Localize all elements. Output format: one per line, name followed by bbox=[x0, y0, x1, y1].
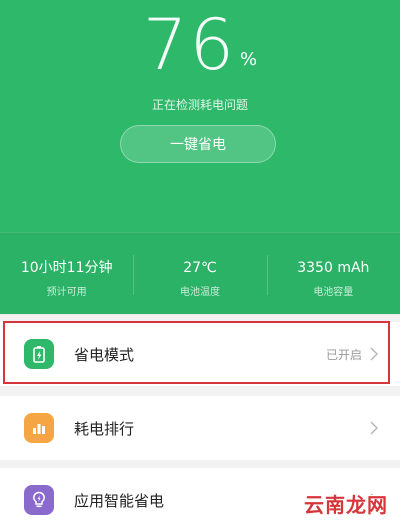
one-tap-save-button[interactable]: 一键省电 bbox=[120, 125, 276, 163]
scan-status-text: 正在检测耗电问题 bbox=[151, 98, 248, 112]
battery-stats: 10小时11分钟 预计可用 27℃ 电池温度 3350 mAh 电池容量 bbox=[0, 232, 400, 315]
stat-value: 10小时11分钟 bbox=[20, 260, 113, 276]
battery-percent-unit: % bbox=[239, 49, 258, 70]
stat-temperature: 27℃ 电池温度 bbox=[133, 233, 266, 315]
list-item-title: 耗电排行 bbox=[74, 419, 135, 438]
list-item-power-ranking[interactable]: 耗电排行 bbox=[0, 396, 400, 460]
watermark-text: 云南龙网 bbox=[304, 493, 388, 517]
stat-label: 预计可用 bbox=[46, 287, 87, 298]
chevron-right-icon bbox=[370, 347, 378, 361]
list-item-title: 省电模式 bbox=[74, 345, 135, 364]
bar-chart-icon bbox=[24, 413, 54, 443]
stat-value: 3350 mAh bbox=[297, 260, 370, 276]
stat-capacity: 3350 mAh 电池容量 bbox=[266, 233, 400, 315]
lightbulb-icon bbox=[24, 485, 54, 515]
battery-save-icon bbox=[24, 339, 54, 369]
stat-value: 27℃ bbox=[183, 260, 217, 276]
stat-remaining-time: 10小时11分钟 预计可用 bbox=[0, 233, 133, 315]
battery-percent-display: 76% bbox=[0, 8, 400, 82]
stat-label: 电池温度 bbox=[179, 287, 220, 298]
battery-header: 76% 正在检测耗电问题 一键省电 10小时11分钟 预计可用 27℃ 电池温度… bbox=[0, 0, 400, 314]
battery-percent-value: 76 bbox=[142, 4, 236, 86]
list-item-state: 已开启 bbox=[325, 347, 362, 362]
list-item-power-saving-mode[interactable]: 省电模式 已开启 bbox=[0, 322, 400, 386]
stat-label: 电池容量 bbox=[313, 287, 354, 298]
chevron-right-icon bbox=[370, 421, 378, 435]
